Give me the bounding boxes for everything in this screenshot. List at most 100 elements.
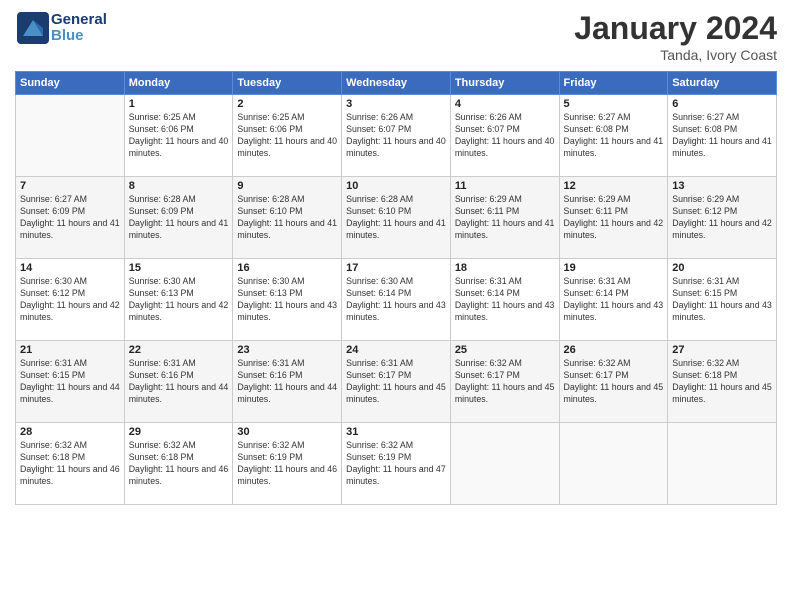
- day-info: Sunrise: 6:29 AM Sunset: 6:12 PM Dayligh…: [672, 194, 772, 242]
- logo-text-line2: Blue: [51, 28, 107, 45]
- calendar-cell: 11 Sunrise: 6:29 AM Sunset: 6:11 PM Dayli…: [450, 177, 559, 259]
- calendar-week-3: 14 Sunrise: 6:30 AM Sunset: 6:12 PM Dayli…: [16, 259, 777, 341]
- day-info: Sunrise: 6:31 AM Sunset: 6:16 PM Dayligh…: [237, 358, 337, 406]
- day-info: Sunrise: 6:29 AM Sunset: 6:11 PM Dayligh…: [564, 194, 664, 242]
- day-number: 15: [129, 262, 229, 274]
- day-number: 16: [237, 262, 337, 274]
- day-number: 14: [20, 262, 120, 274]
- day-info: Sunrise: 6:30 AM Sunset: 6:13 PM Dayligh…: [237, 276, 337, 324]
- day-info: Sunrise: 6:28 AM Sunset: 6:09 PM Dayligh…: [129, 194, 229, 242]
- day-info: Sunrise: 6:31 AM Sunset: 6:17 PM Dayligh…: [346, 358, 446, 406]
- logo-icon: [15, 10, 51, 46]
- month-title: January 2024: [574, 10, 777, 47]
- day-number: 11: [455, 180, 555, 192]
- day-info: Sunrise: 6:31 AM Sunset: 6:14 PM Dayligh…: [564, 276, 664, 324]
- calendar-cell: 29 Sunrise: 6:32 AM Sunset: 6:18 PM Dayli…: [124, 423, 233, 505]
- day-number: 17: [346, 262, 446, 274]
- day-info: Sunrise: 6:31 AM Sunset: 6:14 PM Dayligh…: [455, 276, 555, 324]
- day-number: 1: [129, 98, 229, 110]
- day-number: 13: [672, 180, 772, 192]
- calendar-cell: 15Sunrise: 6:30 AM Sunset: 6:13 PM Dayli…: [124, 259, 233, 341]
- day-number: 4: [455, 98, 555, 110]
- day-number: 26: [564, 344, 664, 356]
- day-number: 30: [237, 426, 337, 438]
- calendar-cell: 20Sunrise: 6:31 AM Sunset: 6:15 PM Dayli…: [668, 259, 777, 341]
- location-subtitle: Tanda, Ivory Coast: [574, 47, 777, 63]
- calendar-cell: 30 Sunrise: 6:32 AM Sunset: 6:19 PM Dayli…: [233, 423, 342, 505]
- calendar-cell: 13 Sunrise: 6:29 AM Sunset: 6:12 PM Dayli…: [668, 177, 777, 259]
- day-info: Sunrise: 6:32 AM Sunset: 6:18 PM Dayligh…: [672, 358, 772, 406]
- day-info: Sunrise: 6:27 AM Sunset: 6:08 PM Dayligh…: [564, 112, 664, 160]
- logo: General Blue: [15, 10, 107, 46]
- day-number: 9: [237, 180, 337, 192]
- header: General Blue January 2024 Tanda, Ivory C…: [15, 10, 777, 63]
- calendar-cell: 4 Sunrise: 6:26 AM Sunset: 6:07 PM Daylig…: [450, 95, 559, 177]
- day-number: 22: [129, 344, 229, 356]
- day-info: Sunrise: 6:26 AM Sunset: 6:07 PM Dayligh…: [455, 112, 555, 160]
- col-thursday: Thursday: [450, 72, 559, 95]
- calendar-body: 1 Sunrise: 6:25 AM Sunset: 6:06 PM Daylig…: [16, 95, 777, 505]
- calendar-cell: 7 Sunrise: 6:27 AM Sunset: 6:09 PM Daylig…: [16, 177, 125, 259]
- day-number: 2: [237, 98, 337, 110]
- day-info: Sunrise: 6:31 AM Sunset: 6:15 PM Dayligh…: [20, 358, 120, 406]
- calendar-cell: 21 Sunrise: 6:31 AM Sunset: 6:15 PM Dayli…: [16, 341, 125, 423]
- day-info: Sunrise: 6:27 AM Sunset: 6:09 PM Dayligh…: [20, 194, 120, 242]
- day-number: 20: [672, 262, 772, 274]
- calendar-cell: 23 Sunrise: 6:31 AM Sunset: 6:16 PM Dayli…: [233, 341, 342, 423]
- day-number: 25: [455, 344, 555, 356]
- day-number: 5: [564, 98, 664, 110]
- day-info: Sunrise: 6:25 AM Sunset: 6:06 PM Dayligh…: [129, 112, 229, 160]
- calendar-cell: [16, 95, 125, 177]
- day-number: 27: [672, 344, 772, 356]
- calendar-cell: 10Sunrise: 6:28 AM Sunset: 6:10 PM Dayli…: [342, 177, 451, 259]
- calendar-cell: 8 Sunrise: 6:28 AM Sunset: 6:09 PM Daylig…: [124, 177, 233, 259]
- day-number: 8: [129, 180, 229, 192]
- day-number: 29: [129, 426, 229, 438]
- calendar-cell: 22 Sunrise: 6:31 AM Sunset: 6:16 PM Dayli…: [124, 341, 233, 423]
- calendar-cell: 6 Sunrise: 6:27 AM Sunset: 6:08 PM Daylig…: [668, 95, 777, 177]
- day-number: 12: [564, 180, 664, 192]
- calendar-cell: 3Sunrise: 6:26 AM Sunset: 6:07 PM Daylig…: [342, 95, 451, 177]
- day-info: Sunrise: 6:32 AM Sunset: 6:17 PM Dayligh…: [564, 358, 664, 406]
- col-monday: Monday: [124, 72, 233, 95]
- page: General Blue January 2024 Tanda, Ivory C…: [0, 0, 792, 612]
- calendar-week-5: 28Sunrise: 6:32 AM Sunset: 6:18 PM Dayli…: [16, 423, 777, 505]
- day-info: Sunrise: 6:29 AM Sunset: 6:11 PM Dayligh…: [455, 194, 555, 242]
- day-info: Sunrise: 6:32 AM Sunset: 6:19 PM Dayligh…: [237, 440, 337, 488]
- calendar-cell: 25Sunrise: 6:32 AM Sunset: 6:17 PM Dayli…: [450, 341, 559, 423]
- day-number: 6: [672, 98, 772, 110]
- header-row: Sunday Monday Tuesday Wednesday Thursday…: [16, 72, 777, 95]
- calendar-cell: [559, 423, 668, 505]
- calendar-table: Sunday Monday Tuesday Wednesday Thursday…: [15, 71, 777, 505]
- day-info: Sunrise: 6:30 AM Sunset: 6:12 PM Dayligh…: [20, 276, 120, 324]
- day-info: Sunrise: 6:32 AM Sunset: 6:18 PM Dayligh…: [20, 440, 120, 488]
- calendar-week-4: 21 Sunrise: 6:31 AM Sunset: 6:15 PM Dayli…: [16, 341, 777, 423]
- calendar-cell: 26 Sunrise: 6:32 AM Sunset: 6:17 PM Dayli…: [559, 341, 668, 423]
- day-info: Sunrise: 6:30 AM Sunset: 6:14 PM Dayligh…: [346, 276, 446, 324]
- day-info: Sunrise: 6:32 AM Sunset: 6:18 PM Dayligh…: [129, 440, 229, 488]
- col-tuesday: Tuesday: [233, 72, 342, 95]
- calendar-cell: [668, 423, 777, 505]
- calendar-cell: 14 Sunrise: 6:30 AM Sunset: 6:12 PM Dayli…: [16, 259, 125, 341]
- title-area: January 2024 Tanda, Ivory Coast: [574, 10, 777, 63]
- col-saturday: Saturday: [668, 72, 777, 95]
- day-info: Sunrise: 6:32 AM Sunset: 6:19 PM Dayligh…: [346, 440, 446, 488]
- day-number: 18: [455, 262, 555, 274]
- day-number: 21: [20, 344, 120, 356]
- calendar-cell: 27 Sunrise: 6:32 AM Sunset: 6:18 PM Dayli…: [668, 341, 777, 423]
- day-number: 7: [20, 180, 120, 192]
- logo-text-line1: General: [51, 12, 107, 29]
- day-info: Sunrise: 6:28 AM Sunset: 6:10 PM Dayligh…: [346, 194, 446, 242]
- calendar-week-2: 7 Sunrise: 6:27 AM Sunset: 6:09 PM Daylig…: [16, 177, 777, 259]
- calendar-cell: [450, 423, 559, 505]
- day-info: Sunrise: 6:26 AM Sunset: 6:07 PM Dayligh…: [346, 112, 446, 160]
- day-info: Sunrise: 6:28 AM Sunset: 6:10 PM Dayligh…: [237, 194, 337, 242]
- day-info: Sunrise: 6:25 AM Sunset: 6:06 PM Dayligh…: [237, 112, 337, 160]
- day-number: 23: [237, 344, 337, 356]
- day-info: Sunrise: 6:27 AM Sunset: 6:08 PM Dayligh…: [672, 112, 772, 160]
- day-number: 19: [564, 262, 664, 274]
- day-number: 31: [346, 426, 446, 438]
- day-info: Sunrise: 6:31 AM Sunset: 6:16 PM Dayligh…: [129, 358, 229, 406]
- calendar-cell: 5 Sunrise: 6:27 AM Sunset: 6:08 PM Daylig…: [559, 95, 668, 177]
- calendar-cell: 24Sunrise: 6:31 AM Sunset: 6:17 PM Dayli…: [342, 341, 451, 423]
